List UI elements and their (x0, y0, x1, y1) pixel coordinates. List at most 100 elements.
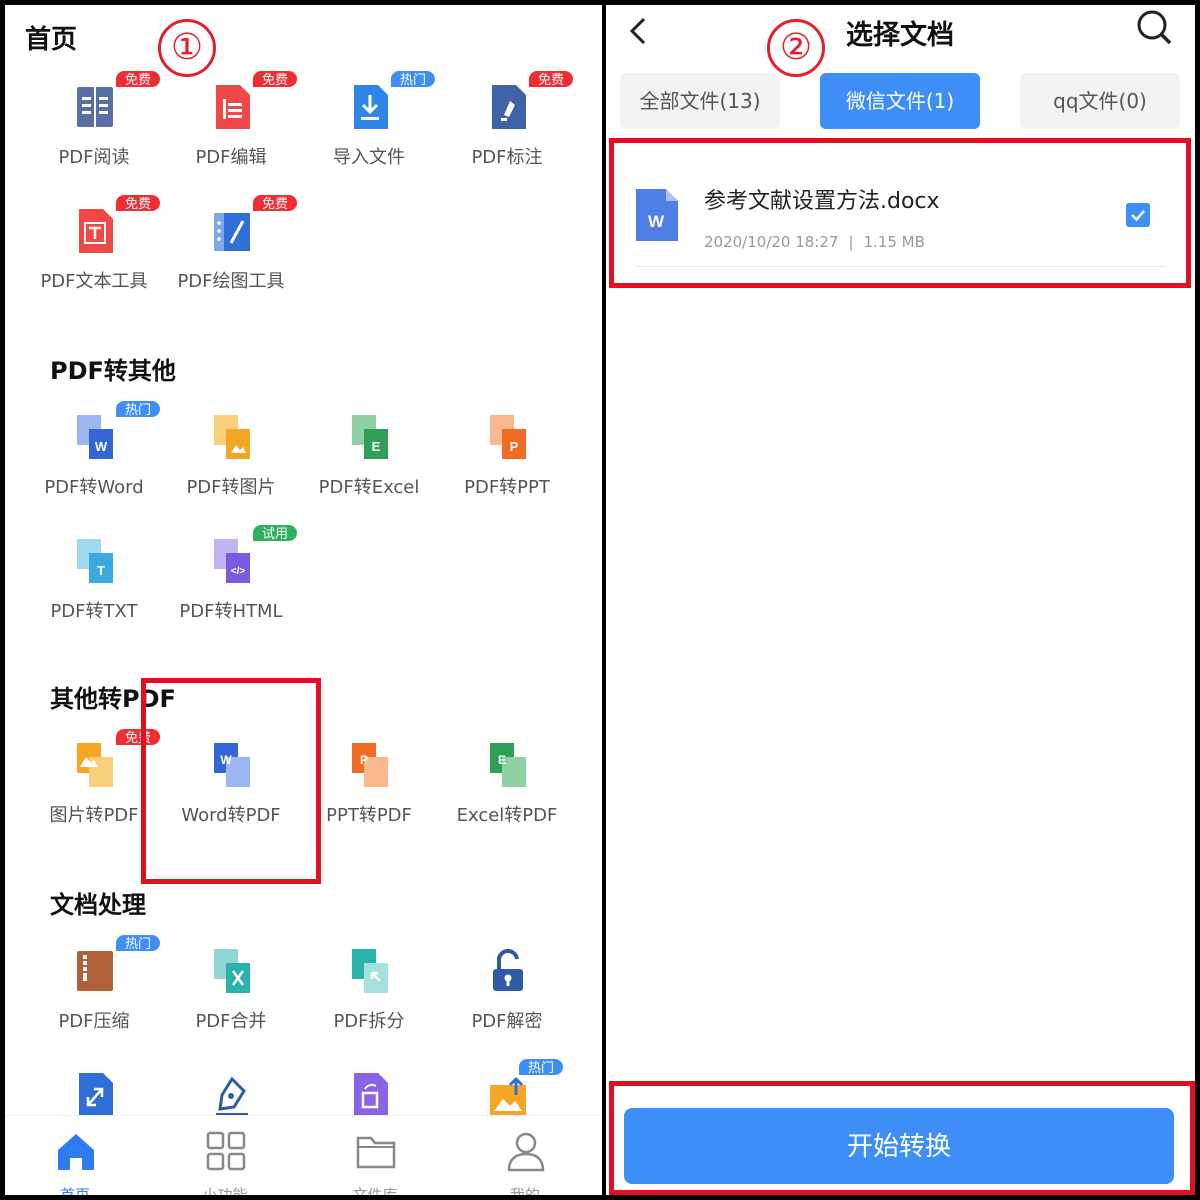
nav-home[interactable]: 首页 (5, 1116, 145, 1195)
highlight-file-row (609, 138, 1191, 288)
tool-pdf-edit[interactable]: 免费 PDF编辑 (156, 67, 306, 177)
badge-free: 免费 (527, 69, 576, 89)
rotate-page-icon (354, 1073, 388, 1117)
tool-label: PDF阅读 (58, 147, 130, 168)
tab-qq-files[interactable]: qq文件(0) (1020, 73, 1180, 129)
tool-label: PDF转Word (44, 477, 144, 498)
tool-label: PDF转PPT (464, 477, 550, 498)
badge-hot: 热门 (114, 399, 163, 419)
pdf-read-icon (77, 87, 113, 127)
tool-pdf-split[interactable]: PDF拆分 (294, 931, 444, 1041)
page-title: 首页 (25, 25, 78, 55)
section-title-pdf-to-other: PDF转其他 (50, 357, 176, 385)
tool-pdf-decrypt[interactable]: PDF解密 (432, 931, 582, 1041)
badge-hot: 热门 (517, 1057, 566, 1077)
user-icon (507, 1132, 545, 1172)
pdf-merge-icon (214, 949, 250, 993)
grid-icon (206, 1131, 246, 1171)
nav-label: 文件库 (352, 1186, 398, 1195)
tool-label: PDF拆分 (333, 1011, 405, 1032)
tool-pdf-annotate[interactable]: 免费 PDF标注 (432, 67, 582, 177)
svg-text:</>: </> (231, 566, 246, 577)
badge-hot: 热门 (389, 69, 438, 89)
tool-label: PDF绘图工具 (177, 271, 285, 292)
pdf-to-txt-icon: T (77, 539, 113, 583)
pen-nib-icon (216, 1076, 248, 1116)
tool-label: PDF文本工具 (40, 271, 148, 292)
step-marker-2: ② (767, 19, 825, 77)
badge-free: 免费 (114, 193, 163, 213)
nav-label: 小功能 (202, 1186, 248, 1195)
svg-text:W: W (95, 439, 108, 454)
tab-all-files[interactable]: 全部文件(13) (620, 73, 780, 129)
svg-text:T: T (97, 563, 105, 578)
home-screen: 首页 ① 免费 PDF阅读 免费 PDF编辑 热门 导入文件 免费 PDF标注 … (5, 5, 602, 1195)
select-document-screen: 选择文档 ② 全部文件(13) 微信文件(1) qq文件(0) W 参考文献设置… (606, 5, 1195, 1195)
excel-to-pdf-icon: E (490, 743, 526, 787)
tool-import-file[interactable]: 热门 导入文件 (294, 67, 444, 177)
badge-free: 免费 (251, 69, 300, 89)
unlock-icon (493, 949, 523, 991)
nav-files[interactable]: 文件库 (305, 1116, 445, 1195)
pdf-to-ppt-icon: P (490, 415, 526, 459)
tool-label: PDF转TXT (50, 601, 138, 622)
pdf-text-tool-icon (79, 209, 113, 253)
image-export-icon (490, 1076, 526, 1115)
page-title: 选择文档 (846, 20, 954, 51)
nav-tools[interactable]: 小功能 (155, 1116, 295, 1195)
tool-pdf-text[interactable]: 免费 PDF文本工具 (19, 191, 169, 301)
pdf-annotate-icon (492, 85, 526, 129)
tool-label: PDF合并 (195, 1011, 267, 1032)
svg-text:P: P (510, 439, 519, 454)
svg-text:E: E (498, 753, 506, 767)
tool-label: PDF转HTML (179, 601, 283, 622)
badge-trial: 试用 (251, 523, 300, 543)
search-icon[interactable] (1134, 7, 1174, 47)
nav-label: 我的 (509, 1186, 540, 1195)
tool-pdf-draw[interactable]: 免费 PDF绘图工具 (156, 191, 306, 301)
import-file-icon (354, 85, 388, 129)
tool-label: PDF转图片 (186, 477, 276, 498)
tool-pdf-to-image[interactable]: PDF转图片 (156, 397, 306, 507)
pdf-edit-icon (216, 85, 250, 129)
pdf-to-word-icon: W (77, 415, 113, 459)
svg-text:E: E (372, 439, 381, 454)
tool-pdf-to-txt[interactable]: T PDF转TXT (19, 521, 169, 631)
tool-label: Excel转PDF (456, 805, 558, 826)
badge-free: 免费 (251, 193, 300, 213)
tool-excel-to-pdf[interactable]: E Excel转PDF (432, 725, 582, 835)
highlight-word-to-pdf (141, 678, 321, 884)
tool-label: PDF编辑 (195, 147, 267, 168)
tool-pdf-to-ppt[interactable]: P PDF转PPT (432, 397, 582, 507)
pdf-compress-icon (77, 951, 113, 991)
expand-icon (79, 1073, 113, 1117)
pdf-to-excel-icon: E (352, 415, 388, 459)
tool-label: PDF压缩 (58, 1011, 130, 1032)
bottom-nav: 首页 小功能 文件库 我的 (5, 1115, 602, 1195)
tool-pdf-to-excel[interactable]: E PDF转Excel (294, 397, 444, 507)
back-arrow-icon[interactable] (624, 13, 654, 49)
tool-label: PDF解密 (471, 1011, 543, 1032)
tool-pdf-compress[interactable]: 热门 PDF压缩 (19, 931, 169, 1041)
badge-free: 免费 (114, 69, 163, 89)
pdf-draw-tool-icon (214, 213, 250, 251)
nav-me[interactable]: 我的 (455, 1116, 595, 1195)
badge-hot: 热门 (114, 933, 163, 953)
section-title-doc-processing: 文档处理 (50, 891, 146, 919)
tool-pdf-to-word[interactable]: W 热门 PDF转Word (19, 397, 169, 507)
tool-pdf-to-html[interactable]: </> 试用 PDF转HTML (156, 521, 306, 631)
tab-wechat-files[interactable]: 微信文件(1) (820, 73, 980, 129)
home-icon (58, 1134, 94, 1170)
tool-pdf-merge[interactable]: PDF合并 (156, 931, 306, 1041)
nav-label: 首页 (59, 1186, 90, 1195)
folder-icon (356, 1136, 396, 1169)
tool-label: PDF标注 (471, 147, 543, 168)
image-to-pdf-icon (77, 743, 113, 787)
tool-pdf-read[interactable]: 免费 PDF阅读 (19, 67, 169, 177)
ppt-to-pdf-icon: P (352, 743, 388, 787)
highlight-convert-button (609, 1081, 1195, 1195)
pdf-to-image-icon (214, 415, 250, 459)
pdf-split-icon (352, 949, 388, 993)
tool-label: 导入文件 (333, 147, 405, 168)
svg-text:P: P (360, 753, 368, 767)
